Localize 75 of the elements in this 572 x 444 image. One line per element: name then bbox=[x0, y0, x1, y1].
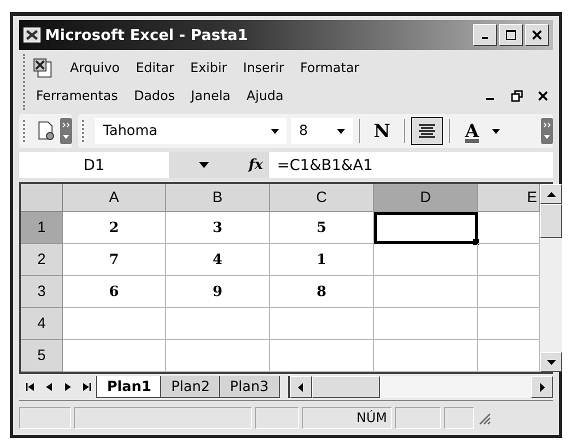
minimize-icon bbox=[482, 37, 488, 39]
status-pane bbox=[255, 407, 299, 429]
overflow-icon[interactable] bbox=[60, 118, 72, 144]
row-header[interactable]: 1 bbox=[21, 212, 63, 244]
restore-icon[interactable] bbox=[511, 90, 523, 102]
table-cell: 9 bbox=[166, 276, 270, 308]
caret-icon[interactable] bbox=[492, 128, 500, 134]
font-color-button[interactable]: A bbox=[456, 117, 488, 145]
window-title: Microsoft Excel - Pasta1 bbox=[45, 26, 249, 44]
scroll-thumb[interactable] bbox=[540, 204, 562, 238]
insert-function-button[interactable]: fx bbox=[219, 152, 269, 178]
font-size-dropdown[interactable]: 8 bbox=[291, 118, 353, 144]
status-pane: NÚM bbox=[302, 407, 392, 429]
overflow-icon[interactable] bbox=[541, 118, 553, 144]
status-pane bbox=[19, 407, 71, 429]
menu-item[interactable]: Janela bbox=[190, 88, 231, 104]
table-cell: 2 bbox=[63, 212, 166, 244]
column-header[interactable]: B bbox=[166, 184, 270, 212]
menu-item[interactable]: Exibir bbox=[190, 60, 227, 76]
row-header[interactable]: 4 bbox=[21, 308, 63, 340]
font-dropdown[interactable]: Tahoma bbox=[95, 118, 287, 144]
maximize-icon bbox=[505, 29, 517, 41]
excel-icon bbox=[23, 27, 41, 43]
scroll-thumb[interactable] bbox=[312, 376, 380, 398]
row-header[interactable]: 2 bbox=[21, 244, 63, 276]
scroll-right-icon[interactable] bbox=[540, 382, 544, 392]
menu-item[interactable]: Dados bbox=[134, 88, 175, 104]
horizontal-scrollbar[interactable] bbox=[288, 376, 553, 398]
caret-icon bbox=[337, 128, 345, 134]
align-center-icon bbox=[418, 123, 436, 139]
close-icon bbox=[531, 29, 543, 41]
menu-item[interactable]: Ferramentas bbox=[36, 88, 118, 104]
table-cell: 5 bbox=[270, 212, 374, 244]
column-header[interactable]: D bbox=[374, 184, 478, 212]
column-header[interactable]: C bbox=[270, 184, 374, 212]
scroll-left-icon[interactable] bbox=[298, 382, 304, 392]
last-sheet-icon[interactable] bbox=[82, 382, 92, 392]
table-cell: 1 bbox=[270, 244, 374, 276]
column-header[interactable]: A bbox=[63, 184, 166, 212]
menu-item[interactable]: Formatar bbox=[300, 60, 360, 76]
row-header[interactable]: 3 bbox=[21, 276, 63, 308]
column-header[interactable]: E bbox=[478, 184, 540, 212]
table-cell: 7 bbox=[63, 244, 166, 276]
caret-icon bbox=[271, 128, 279, 134]
scroll-up-icon[interactable] bbox=[546, 192, 556, 196]
align-center-button[interactable] bbox=[411, 117, 443, 145]
vertical-scrollbar[interactable] bbox=[540, 184, 562, 372]
scroll-down-icon[interactable] bbox=[546, 360, 556, 364]
table-cell: 6 bbox=[63, 276, 166, 308]
table-cell: 4 bbox=[166, 244, 270, 276]
status-pane bbox=[444, 407, 474, 429]
close-button[interactable] bbox=[525, 24, 549, 46]
sheet-tab[interactable]: Plan3 bbox=[218, 376, 280, 398]
caret-icon bbox=[199, 162, 209, 168]
sheet-tab[interactable]: Plan2 bbox=[160, 376, 221, 398]
table-cell: 8 bbox=[270, 276, 374, 308]
menu-item[interactable]: Inserir bbox=[243, 60, 284, 76]
sheet-tab[interactable]: Plan1 bbox=[96, 376, 162, 398]
row-header[interactable]: 5 bbox=[21, 340, 63, 372]
previous-sheet-icon[interactable] bbox=[44, 382, 54, 392]
minimize-button[interactable] bbox=[473, 24, 497, 46]
status-pane bbox=[395, 407, 441, 429]
new-document-icon[interactable] bbox=[36, 120, 56, 142]
menu-item[interactable]: Arquivo bbox=[70, 60, 120, 76]
menu-item[interactable]: Ajuda bbox=[246, 88, 284, 104]
bold-button[interactable]: N bbox=[366, 117, 398, 145]
close-icon[interactable] bbox=[537, 90, 549, 102]
maximize-button[interactable] bbox=[499, 24, 523, 46]
menu-item[interactable]: Editar bbox=[136, 60, 174, 76]
table-cell: 3 bbox=[166, 212, 270, 244]
workbook-icon[interactable] bbox=[32, 57, 54, 79]
next-sheet-icon[interactable] bbox=[63, 382, 73, 392]
resize-grip-icon[interactable] bbox=[477, 411, 491, 425]
formula-field[interactable]: =C1&B1&A1 bbox=[269, 156, 373, 174]
first-sheet-icon[interactable] bbox=[25, 382, 35, 392]
